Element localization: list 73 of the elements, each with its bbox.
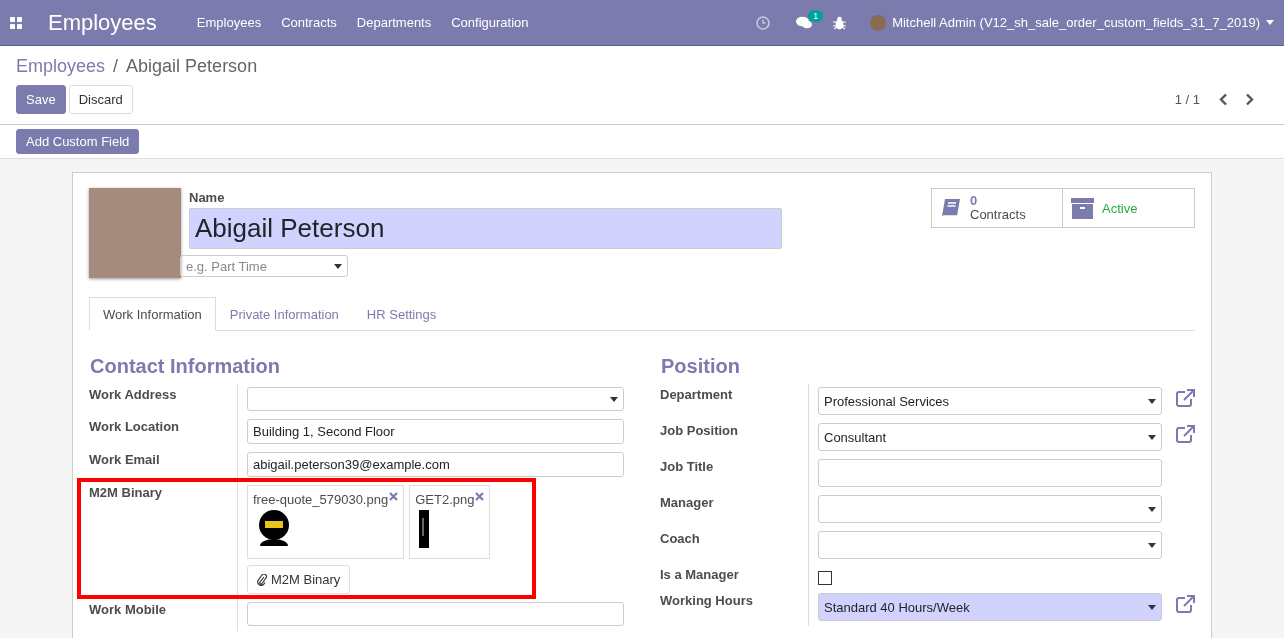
tab[interactable]: Private Information <box>215 297 353 331</box>
pager-counter: 1 / 1 <box>1174 92 1200 107</box>
name-input-field[interactable]: Abigail Peterson <box>189 208 782 249</box>
external-link-icon[interactable] <box>1176 595 1195 613</box>
caret-icon <box>1148 604 1156 610</box>
field-label: M2M Binary <box>89 482 238 599</box>
caret-icon <box>1148 398 1156 404</box>
upload-button[interactable]: M2M Binary <box>247 565 351 594</box>
tags-select-field[interactable]: e.g. Part Time <box>180 255 348 277</box>
select-field[interactable] <box>247 387 624 411</box>
close-icon[interactable] <box>475 492 485 501</box>
breadcrumb-link[interactable]: Employees <box>16 56 106 77</box>
select-field[interactable]: Standard 40 Hours/Week <box>818 593 1162 621</box>
external-link-icon[interactable] <box>1176 389 1195 407</box>
tab[interactable]: Work Information <box>89 297 216 331</box>
tab[interactable]: HR Settings <box>352 297 451 331</box>
image-thumbnail <box>419 510 430 548</box>
select-field[interactable]: Professional Services <box>818 387 1162 415</box>
breadcrumb-separator: / <box>113 56 119 77</box>
field-label: Manager <box>660 492 809 528</box>
caret-icon[interactable] <box>1266 20 1274 25</box>
archive-box-icon <box>1071 197 1094 219</box>
field-label: Coach <box>660 528 809 564</box>
clock-icon[interactable] <box>756 15 771 30</box>
menu-item[interactable]: Departments <box>356 15 432 30</box>
select-field[interactable]: Consultant <box>818 423 1162 451</box>
user-name[interactable]: Mitchell Admin (V12_sh_sale_order_custom_fields_31_7_2019) <box>892 15 1260 30</box>
caret-icon <box>610 396 618 402</box>
field-label: Name <box>189 190 226 205</box>
field-label: Work Mobile <box>89 599 238 631</box>
field-label: Working Hours <box>660 590 809 626</box>
bug-icon[interactable] <box>833 15 847 30</box>
caret-icon <box>334 263 342 269</box>
select-field[interactable] <box>818 531 1162 559</box>
add-custom-field-button[interactable]: Add Custom Field <box>16 129 140 154</box>
field-label: Work Address <box>89 384 238 416</box>
field-label: Job Title <box>660 456 809 492</box>
text-input-field[interactable]: Building 1, Second Floor <box>247 419 624 444</box>
image-thumbnail <box>257 510 291 546</box>
caret-icon <box>1148 542 1156 548</box>
field-label: Department <box>660 384 809 420</box>
menu-item[interactable]: Configuration <box>451 15 529 30</box>
text-input-field[interactable]: abigail.peterson39@example.com <box>247 452 624 477</box>
discard-button[interactable]: Discard <box>68 85 133 114</box>
menu-item[interactable]: Employees <box>196 15 262 30</box>
text-input-field[interactable] <box>247 602 624 626</box>
chevron-right-icon[interactable] <box>1245 93 1254 106</box>
caret-icon <box>1148 506 1156 512</box>
page-title: Abigail Peterson <box>126 56 258 77</box>
field-label: Is a Manager <box>660 564 809 590</box>
section-heading: Contact Information <box>90 355 281 378</box>
field-label: Job Position <box>660 420 809 456</box>
save-button[interactable]: Save <box>16 85 66 114</box>
chevron-left-icon[interactable] <box>1219 93 1228 106</box>
file-name[interactable]: free-quote_579030.png <box>253 492 389 507</box>
external-link-icon[interactable] <box>1176 425 1195 443</box>
field-label: Work Location <box>89 416 238 449</box>
chat-bubbles-icon[interactable] <box>796 15 814 30</box>
book-icon <box>940 197 962 219</box>
close-icon[interactable] <box>389 492 399 501</box>
select-field[interactable] <box>818 495 1162 523</box>
apps-grid-icon[interactable] <box>10 16 22 29</box>
section-heading: Position <box>661 355 741 378</box>
checkbox[interactable] <box>818 571 832 585</box>
menu-item[interactable]: Contracts <box>281 15 337 30</box>
user-avatar <box>870 14 887 31</box>
message-count-badge: 1 <box>808 9 824 22</box>
field-label: Work Email <box>89 449 238 482</box>
file-name[interactable]: GET2.png <box>415 492 475 507</box>
paperclip-icon <box>257 573 267 586</box>
text-input-field[interactable] <box>818 459 1162 487</box>
app-title: Employees <box>48 9 157 36</box>
caret-icon <box>1148 434 1156 440</box>
